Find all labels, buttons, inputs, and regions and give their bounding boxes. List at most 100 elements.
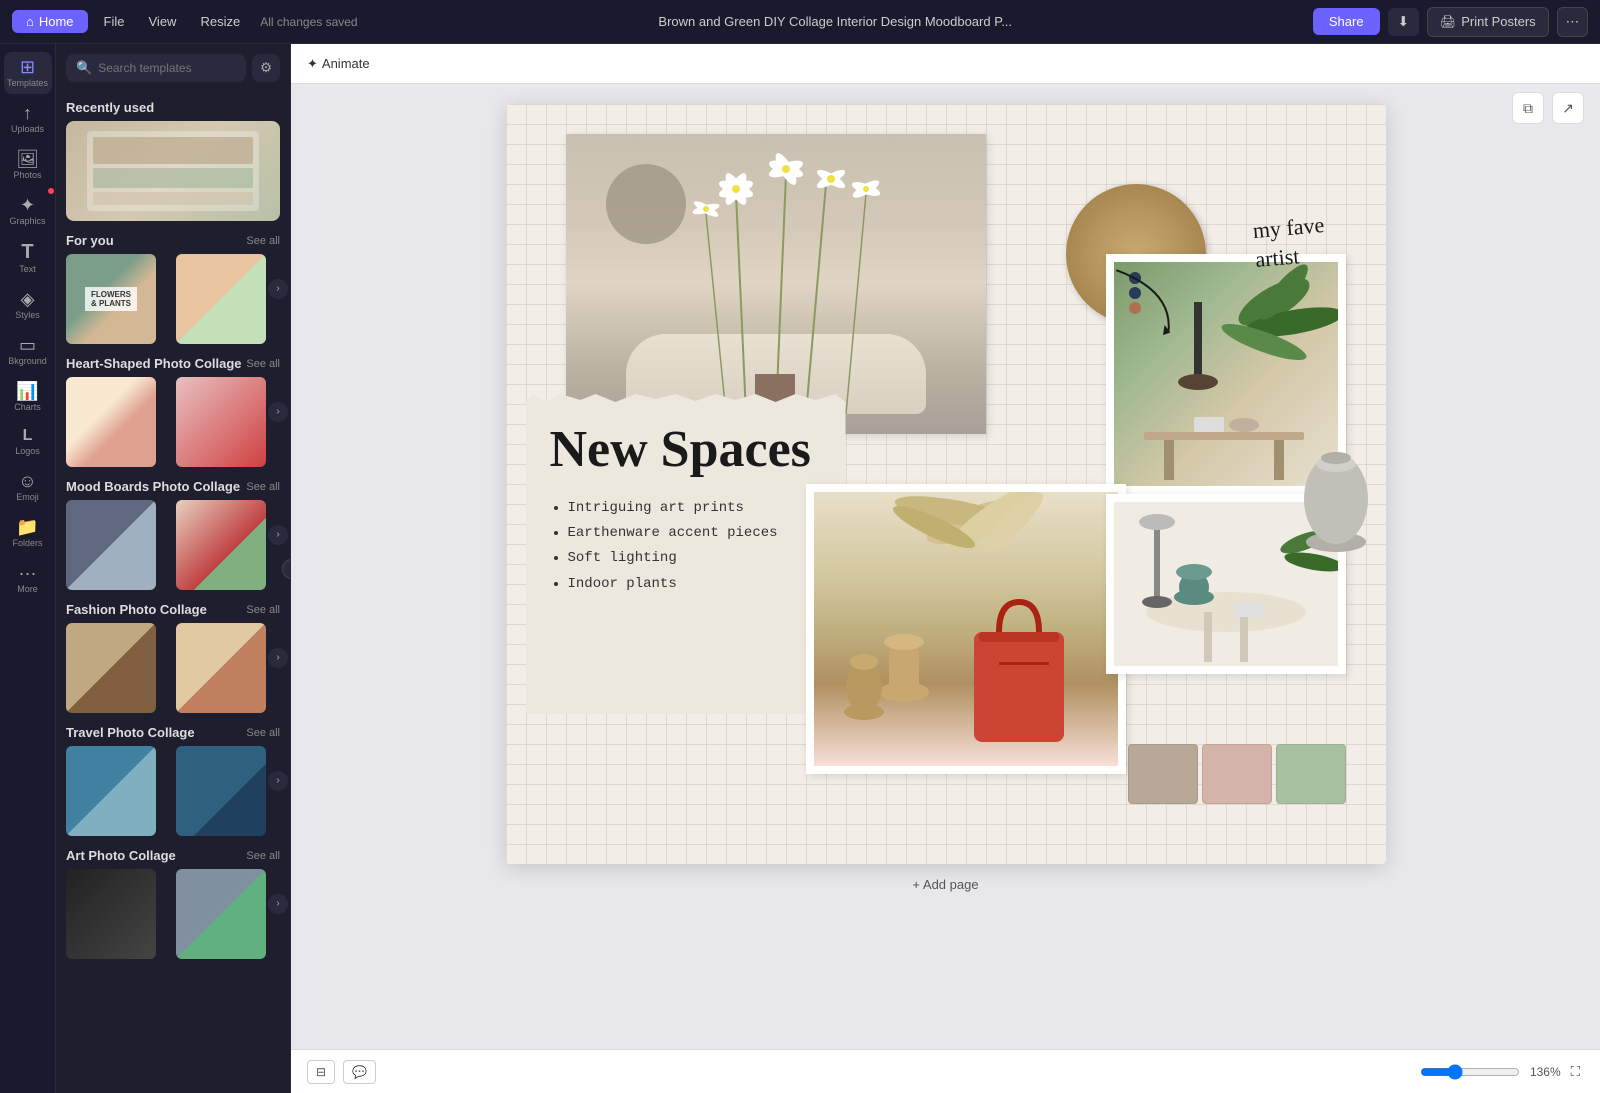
search-input-wrap[interactable]: 🔍 xyxy=(66,54,246,82)
recent-template-thumb[interactable] xyxy=(66,121,280,221)
fullscreen-button[interactable]: ⛶ xyxy=(1567,1060,1584,1084)
add-page-button[interactable]: + Add page xyxy=(912,877,978,892)
logos-icon: L xyxy=(23,428,33,444)
bottom-photo xyxy=(814,492,1118,766)
main-photo xyxy=(566,134,986,434)
bottom-photo-frame[interactable] xyxy=(806,484,1126,774)
text-icon: T xyxy=(21,242,33,262)
folders-icon: 📁 xyxy=(16,518,38,536)
sidebar-item-styles[interactable]: ◈ Styles xyxy=(4,284,52,326)
swatch-green xyxy=(1276,744,1346,804)
more-label: More xyxy=(17,584,38,594)
external-link-button[interactable]: ↗ xyxy=(1552,92,1584,124)
sidebar-item-folders[interactable]: 📁 Folders xyxy=(4,512,52,554)
art-see-all[interactable]: See all xyxy=(246,850,280,862)
templates-panel: 🔍 ⚙ Recently used xyxy=(56,44,291,1093)
recently-used-title: Recently used xyxy=(66,100,154,115)
search-input[interactable] xyxy=(98,61,236,75)
sidebar-item-charts[interactable]: 📊 Charts xyxy=(4,376,52,418)
bullet-item: Intriguing art prints xyxy=(568,496,822,521)
template-thumb[interactable] xyxy=(176,500,266,590)
template-thumb[interactable] xyxy=(176,377,266,467)
copy-icon: ⧉ xyxy=(1523,100,1533,117)
heart-shaped-header: Heart-Shaped Photo Collage See all xyxy=(66,356,280,371)
fullscreen-icon: ⛶ xyxy=(1571,1064,1580,1079)
travel-title: Travel Photo Collage xyxy=(66,725,195,740)
charts-icon: 📊 xyxy=(16,382,38,400)
sidebar-item-graphics[interactable]: ✦ Graphics xyxy=(4,190,52,232)
uploads-label: Uploads xyxy=(11,124,44,134)
print-icon: 🖨 xyxy=(1440,14,1457,30)
art-grid xyxy=(66,869,280,959)
heart-shaped-next-arrow[interactable]: › xyxy=(268,402,288,422)
charts-label: Charts xyxy=(14,402,41,412)
template-thumb[interactable] xyxy=(176,623,266,713)
template-thumb[interactable] xyxy=(66,623,156,713)
document-title: Brown and Green DIY Collage Interior Des… xyxy=(366,14,1305,29)
print-button[interactable]: 🖨 Print Posters xyxy=(1427,7,1549,37)
mood-boards-see-all[interactable]: See all xyxy=(246,481,280,493)
template-thumb[interactable] xyxy=(176,869,266,959)
moodboard-canvas[interactable]: my faveartist New Spaces Intriguing art … xyxy=(506,104,1386,864)
more-options-button[interactable]: ⋯ xyxy=(1557,7,1588,37)
art-next-arrow[interactable]: › xyxy=(268,894,288,914)
template-thumb[interactable] xyxy=(66,377,156,467)
heart-shaped-title: Heart-Shaped Photo Collage xyxy=(66,356,242,371)
template-thumb[interactable] xyxy=(176,254,266,344)
sidebar-item-background[interactable]: ▭ Bkground xyxy=(4,330,52,372)
bullet-item: Earthenware accent pieces xyxy=(568,521,822,546)
travel-next-arrow[interactable]: › xyxy=(268,771,288,791)
heart-shaped-see-all[interactable]: See all xyxy=(246,358,280,370)
home-icon: ⌂ xyxy=(26,14,34,29)
mood-boards-header: Mood Boards Photo Collage See all xyxy=(66,479,280,494)
page-layout-button[interactable]: ⊟ xyxy=(307,1060,335,1084)
canvas-scroll[interactable]: my faveartist New Spaces Intriguing art … xyxy=(291,84,1600,1049)
sidebar-item-more[interactable]: ··· More xyxy=(4,558,52,600)
travel-header: Travel Photo Collage See all xyxy=(66,725,280,740)
resize-menu[interactable]: Resize xyxy=(192,10,248,33)
animate-button[interactable]: ✦ Animate xyxy=(307,56,370,72)
travel-see-all[interactable]: See all xyxy=(246,727,280,739)
for-you-grid: FLOWERS& PLANTS xyxy=(66,254,280,344)
main-layout: ⊞ Templates ↑ Uploads 🖼 Photos ✦ Graphic… xyxy=(0,44,1600,1093)
panel-scroll[interactable]: Recently used For you See all xyxy=(56,88,290,1093)
graphics-label: Graphics xyxy=(9,216,45,226)
sidebar-item-text[interactable]: T Text xyxy=(4,236,52,280)
fashion-see-all[interactable]: See all xyxy=(246,604,280,616)
templates-icon: ⊞ xyxy=(20,58,35,76)
fashion-next-arrow[interactable]: › xyxy=(268,648,288,668)
sidebar-item-templates[interactable]: ⊞ Templates xyxy=(4,52,52,94)
template-thumb[interactable] xyxy=(176,746,266,836)
file-menu[interactable]: File xyxy=(96,10,133,33)
filter-button[interactable]: ⚙ xyxy=(252,54,280,82)
top-right-actions: Share ⬇ 🖨 Print Posters ⋯ xyxy=(1313,7,1588,37)
sidebar-item-logos[interactable]: L Logos xyxy=(4,422,52,462)
template-thumb[interactable]: FLOWERS& PLANTS xyxy=(66,254,156,344)
for-you-next-arrow[interactable]: › xyxy=(268,279,288,299)
uploads-icon: ↑ xyxy=(23,104,32,122)
share-button[interactable]: Share xyxy=(1313,8,1380,35)
view-menu[interactable]: View xyxy=(141,10,185,33)
template-thumb[interactable] xyxy=(66,869,156,959)
styles-label: Styles xyxy=(15,310,40,320)
text-label: Text xyxy=(19,264,36,274)
sidebar-item-emoji[interactable]: ☺ Emoji xyxy=(4,466,52,508)
mood-boards-next-arrow[interactable]: › xyxy=(268,525,288,545)
home-button[interactable]: ⌂ Home xyxy=(12,10,88,33)
art-section: Art Photo Collage See all › xyxy=(66,848,280,959)
save-status: All changes saved xyxy=(260,15,357,29)
template-thumb[interactable] xyxy=(66,746,156,836)
download-icon: ⬇ xyxy=(1398,14,1409,29)
notification-dot xyxy=(48,188,54,194)
template-thumb[interactable] xyxy=(66,500,156,590)
add-page-bar: + Add page xyxy=(904,864,986,904)
copy-icon-button[interactable]: ⧉ xyxy=(1512,92,1544,124)
for-you-see-all[interactable]: See all xyxy=(246,235,280,247)
main-photo-frame[interactable] xyxy=(566,134,986,434)
sidebar-item-photos[interactable]: 🖼 Photos xyxy=(4,144,52,186)
sidebar-item-uploads[interactable]: ↑ Uploads xyxy=(4,98,52,140)
download-button[interactable]: ⬇ xyxy=(1388,8,1419,36)
filter-icon: ⚙ xyxy=(260,60,272,75)
zoom-slider[interactable] xyxy=(1420,1064,1520,1080)
comment-button[interactable]: 💬 xyxy=(343,1060,376,1084)
